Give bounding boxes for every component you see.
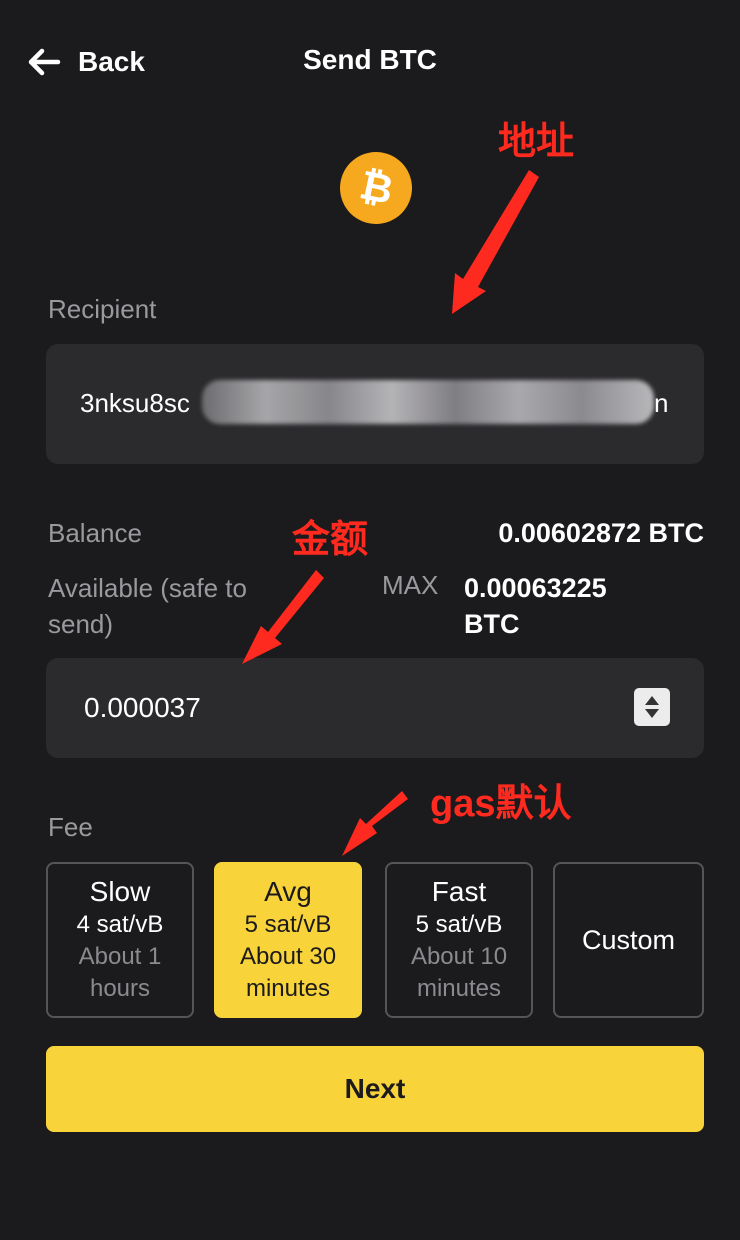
annotation-arrow-gas	[342, 791, 408, 856]
fee-option-custom[interactable]: Custom	[553, 862, 704, 1018]
fee-option-slow[interactable]: Slow 4 sat/vB About 1 hours	[46, 862, 194, 1018]
annotation-amount: 金额	[292, 519, 369, 561]
fee-option-name: Slow	[89, 876, 151, 907]
recipient-value-suffix: n	[654, 388, 669, 418]
annotation-arrow-address	[452, 170, 539, 314]
amount-value: 0.000037	[84, 692, 201, 723]
fee-option-name: Fast	[431, 876, 487, 907]
stepper-down-icon[interactable]	[645, 709, 659, 718]
fee-label: Fee	[48, 812, 93, 842]
fee-option-avg[interactable]: Avg 5 sat/vB About 30 minutes	[214, 862, 362, 1018]
balance-label: Balance	[48, 518, 142, 548]
fee-option-rate: 5 sat/vB	[244, 911, 332, 938]
available-label: Available (safe to send)	[48, 573, 247, 639]
fee-option-name: Custom	[581, 924, 676, 955]
recipient-redaction-blur	[202, 380, 654, 424]
stepper-up-icon[interactable]	[645, 696, 659, 705]
fee-option-time: About 1 hours	[78, 943, 162, 1002]
annotation-address: 地址	[498, 121, 575, 163]
available-value: 0.00063225 BTC	[464, 573, 607, 639]
max-button[interactable]: MAX	[382, 570, 438, 601]
fee-option-rate: 5 sat/vB	[415, 911, 503, 938]
fee-option-rate: 4 sat/vB	[76, 911, 164, 938]
fee-option-time: About 10 minutes	[410, 943, 508, 1002]
bitcoin-symbol: ₿	[355, 162, 397, 213]
fee-option-fast[interactable]: Fast 5 sat/vB About 10 minutes	[385, 862, 533, 1018]
recipient-label: Recipient	[48, 294, 157, 324]
bitcoin-icon: ₿	[340, 152, 412, 224]
annotation-gas: gas默认	[430, 783, 572, 825]
page-title: Send BTC	[303, 44, 437, 75]
amount-stepper[interactable]	[634, 688, 670, 726]
balance-value: 0.00602872 BTC	[498, 518, 704, 548]
fee-option-name: Avg	[264, 876, 312, 907]
next-button[interactable]: Next	[46, 1046, 704, 1132]
recipient-value-prefix: 3nksu8sc	[80, 388, 190, 418]
fee-option-time: About 30 minutes	[239, 943, 337, 1002]
